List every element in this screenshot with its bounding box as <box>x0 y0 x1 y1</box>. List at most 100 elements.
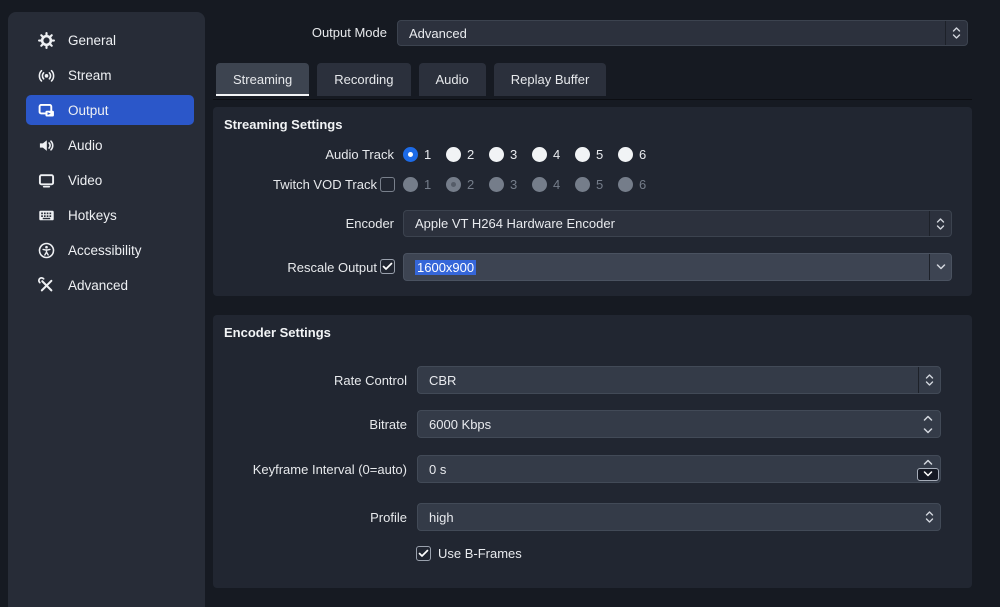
profile-dropdown[interactable]: high <box>417 503 941 531</box>
gear-icon <box>38 32 55 49</box>
monitor-icon <box>38 172 55 189</box>
radio-label: 4 <box>553 147 560 162</box>
spin-down-icon[interactable] <box>918 469 938 481</box>
bitrate-spinbox[interactable]: 6000 Kbps <box>417 410 941 438</box>
speaker-icon <box>38 137 55 154</box>
rate-control-dropdown[interactable]: CBR <box>417 366 941 394</box>
sidebar-item-label: Output <box>68 103 109 118</box>
encoder-settings-panel: Encoder Settings Rate Control CBR Bitrat… <box>213 315 972 588</box>
accessibility-icon <box>38 242 55 259</box>
encoder-dropdown[interactable]: Apple VT H264 Hardware Encoder <box>403 210 952 237</box>
vod-track-radio-4[interactable]: 4 <box>532 177 575 192</box>
radio-icon <box>403 147 418 162</box>
tab-audio[interactable]: Audio <box>419 63 486 96</box>
profile-label: Profile <box>213 510 407 525</box>
sidebar-item-hotkeys[interactable]: Hotkeys <box>26 200 194 230</box>
stepper-arrows-icon[interactable] <box>945 21 967 45</box>
twitch-vod-track-label: Twitch VOD Track <box>213 177 377 192</box>
tools-icon <box>38 277 55 294</box>
tab-streaming[interactable]: Streaming <box>216 63 309 96</box>
sidebar-item-label: Stream <box>68 68 112 83</box>
radio-label: 6 <box>639 177 646 192</box>
vod-track-radio-3[interactable]: 3 <box>489 177 532 192</box>
bitrate-value: 6000 Kbps <box>418 417 916 432</box>
rate-control-label: Rate Control <box>213 373 407 388</box>
sidebar-item-label: Video <box>68 173 102 188</box>
sidebar-item-label: Accessibility <box>68 243 142 258</box>
vod-track-radio-2[interactable]: 2 <box>446 177 489 192</box>
output-mode-label: Output Mode <box>230 25 387 40</box>
check-icon <box>382 262 393 271</box>
stepper-arrows-icon[interactable] <box>918 367 940 393</box>
sidebar-item-general[interactable]: General <box>26 25 194 55</box>
sidebar-item-accessibility[interactable]: Accessibility <box>26 235 194 265</box>
stepper-arrows-icon[interactable] <box>929 211 951 236</box>
tab-replay-buffer[interactable]: Replay Buffer <box>494 63 607 96</box>
sidebar-item-label: General <box>68 33 116 48</box>
use-b-frames-checkbox[interactable] <box>416 546 431 561</box>
vod-track-radio-1[interactable]: 1 <box>403 177 446 192</box>
vod-track-radio-6[interactable]: 6 <box>618 177 661 192</box>
spin-up-icon[interactable] <box>916 411 940 424</box>
audio-track-radio-4[interactable]: 4 <box>532 147 575 162</box>
rescale-output-label: Rescale Output <box>213 260 377 275</box>
rescale-output-combobox[interactable]: 1600x900 <box>403 253 952 281</box>
sidebar-item-video[interactable]: Video <box>26 165 194 195</box>
sidebar-item-label: Advanced <box>68 278 128 293</box>
audio-track-radio-6[interactable]: 6 <box>618 147 661 162</box>
radio-label: 1 <box>424 147 431 162</box>
screen-share-icon <box>38 102 55 119</box>
radio-icon <box>489 177 504 192</box>
audio-track-label: Audio Track <box>213 147 394 162</box>
sidebar-item-stream[interactable]: Stream <box>26 60 194 90</box>
radio-icon <box>446 177 461 192</box>
encoder-settings-title: Encoder Settings <box>224 325 331 340</box>
audio-track-radio-2[interactable]: 2 <box>446 147 489 162</box>
audio-track-radio-3[interactable]: 3 <box>489 147 532 162</box>
twitch-vod-track-radios: 1 2 3 4 5 6 <box>403 177 661 192</box>
radio-icon <box>618 177 633 192</box>
stepper-arrows-icon[interactable] <box>918 504 940 530</box>
sidebar-item-audio[interactable]: Audio <box>26 130 194 160</box>
audio-track-radio-5[interactable]: 5 <box>575 147 618 162</box>
keyboard-icon <box>38 207 55 224</box>
audio-track-radio-1[interactable]: 1 <box>403 147 446 162</box>
rate-control-value: CBR <box>418 373 918 388</box>
keyframe-interval-value: 0 s <box>418 462 916 477</box>
use-b-frames-label: Use B-Frames <box>438 546 522 561</box>
rescale-output-value: 1600x900 <box>415 260 476 275</box>
output-tabs: Streaming Recording Audio Replay Buffer <box>216 63 606 96</box>
streaming-settings-panel: Streaming Settings Audio Track 1 2 3 4 5… <box>213 107 972 296</box>
sidebar-item-advanced[interactable]: Advanced <box>26 270 194 300</box>
keyframe-interval-spinbox[interactable]: 0 s <box>417 455 941 483</box>
vod-track-radio-5[interactable]: 5 <box>575 177 618 192</box>
radio-icon <box>575 147 590 162</box>
radio-label: 3 <box>510 177 517 192</box>
radio-label: 6 <box>639 147 646 162</box>
radio-icon <box>618 147 633 162</box>
sidebar-item-output[interactable]: Output <box>26 95 194 125</box>
audio-track-radios: 1 2 3 4 5 6 <box>403 147 661 162</box>
radio-label: 3 <box>510 147 517 162</box>
obs-settings-window: General Stream Output Audio Video <box>0 0 1000 607</box>
radio-label: 1 <box>424 177 431 192</box>
radio-icon <box>532 147 547 162</box>
keyframe-interval-label: Keyframe Interval (0=auto) <box>213 462 407 477</box>
radio-label: 2 <box>467 177 474 192</box>
radio-label: 5 <box>596 147 603 162</box>
radio-label: 4 <box>553 177 560 192</box>
radio-label: 5 <box>596 177 603 192</box>
tab-separator <box>213 99 972 100</box>
radio-icon <box>489 147 504 162</box>
tab-recording[interactable]: Recording <box>317 63 410 96</box>
output-mode-dropdown[interactable]: Advanced <box>397 20 968 46</box>
twitch-vod-track-checkbox[interactable] <box>380 177 395 192</box>
rescale-output-checkbox[interactable] <box>380 259 395 274</box>
sidebar-item-label: Hotkeys <box>68 208 117 223</box>
chevron-down-icon[interactable] <box>929 254 951 280</box>
encoder-label: Encoder <box>213 216 394 231</box>
radio-icon <box>532 177 547 192</box>
spin-down-icon[interactable] <box>916 424 940 437</box>
spin-up-icon[interactable] <box>916 456 940 468</box>
profile-value: high <box>418 510 918 525</box>
